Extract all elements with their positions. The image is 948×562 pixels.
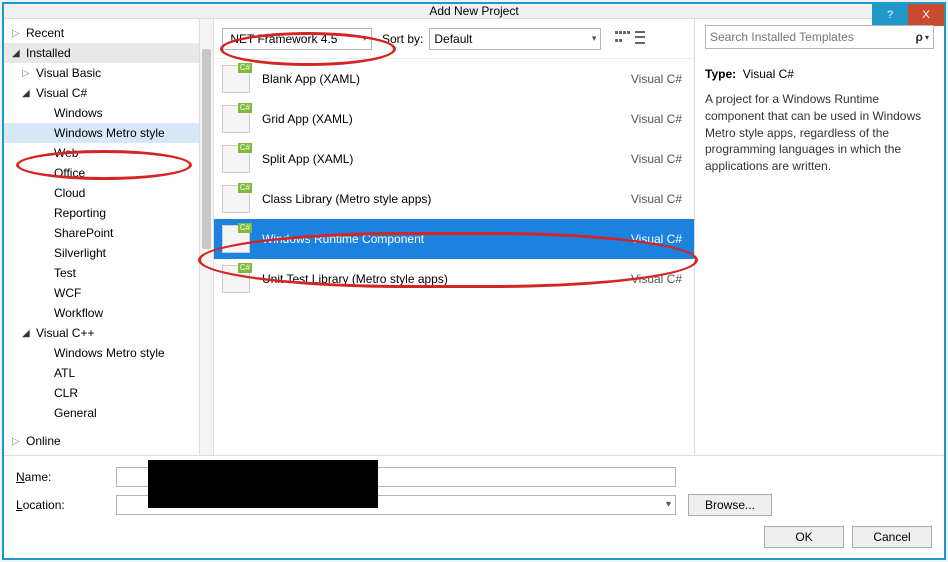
search-icon[interactable]: ρ [916,30,923,44]
name-label: Name: [16,470,116,484]
help-button[interactable]: ? [872,4,908,26]
tree-online[interactable]: ▷Online [4,431,213,451]
type-row: Type: Visual C# [705,67,934,81]
template-icon: C# [222,65,250,93]
view-list-icon[interactable] [635,31,651,47]
tree-cpp-metro[interactable]: Windows Metro style [4,343,213,363]
search-dropdown-icon[interactable]: ▾ [925,33,929,42]
sortby-label: Sort by: [382,32,423,46]
template-item[interactable]: C# Unit Test Library (Metro style apps) … [214,259,694,299]
ok-button[interactable]: OK [764,526,844,548]
template-icon: C# [222,105,250,133]
sortby-combo[interactable]: Default▾ [429,28,601,50]
tree-cs-reporting[interactable]: Reporting [4,203,213,223]
template-description: A project for a Windows Runtime componen… [705,91,934,175]
template-item[interactable]: C# Class Library (Metro style apps) Visu… [214,179,694,219]
cancel-button[interactable]: Cancel [852,526,932,548]
tree-cs-wcf[interactable]: WCF [4,283,213,303]
tree-recent[interactable]: ▷Recent [4,23,213,43]
tree-cs-test[interactable]: Test [4,263,213,283]
template-toolbar: .NET Framework 4.5▾ Sort by: Default▾ [214,19,694,59]
tree-cs-sharepoint[interactable]: SharePoint [4,223,213,243]
template-item[interactable]: C# Grid App (XAML) Visual C# [214,99,694,139]
close-button[interactable]: X [908,4,944,26]
tree-cpp-general[interactable]: General [4,403,213,423]
tree-cpp-atl[interactable]: ATL [4,363,213,383]
category-tree: ▷Recent ◢Installed ▷Visual Basic ◢Visual… [4,19,214,455]
tree-scrollbar[interactable] [199,19,213,455]
template-icon: C# [222,185,250,213]
tree-installed[interactable]: ◢Installed [4,43,213,63]
view-grid-icon[interactable] [615,31,631,47]
template-icon: C# [222,265,250,293]
search-input[interactable] [710,30,912,44]
tree-visual-csharp[interactable]: ◢Visual C# [4,83,213,103]
tree-cs-metro[interactable]: Windows Metro style [4,123,213,143]
tree-cs-workflow[interactable]: Workflow [4,303,213,323]
window-title: Add New Project [429,4,518,18]
redacted-overlay [148,460,378,508]
template-list: C# Blank App (XAML) Visual C# C# Grid Ap… [214,59,694,455]
tree-cs-office[interactable]: Office [4,163,213,183]
template-icon: C# [222,145,250,173]
template-item[interactable]: C# Blank App (XAML) Visual C# [214,59,694,99]
tree-cs-web[interactable]: Web [4,143,213,163]
search-templates[interactable]: ρ ▾ [705,25,934,49]
location-label: Location: [16,498,116,512]
tree-cs-silverlight[interactable]: Silverlight [4,243,213,263]
tree-cpp-clr[interactable]: CLR [4,383,213,403]
tree-visual-cpp[interactable]: ◢Visual C++ [4,323,213,343]
framework-combo[interactable]: .NET Framework 4.5▾ [222,28,372,50]
tree-cs-cloud[interactable]: Cloud [4,183,213,203]
details-pane: ρ ▾ Type: Visual C# A project for a Wind… [694,19,944,455]
template-icon: C# [222,225,250,253]
titlebar: Add New Project ? X [4,4,944,19]
template-item-selected[interactable]: C# Windows Runtime Component Visual C# [214,219,694,259]
browse-button[interactable]: Browse... [688,494,772,516]
tree-cs-windows[interactable]: Windows [4,103,213,123]
tree-visual-basic[interactable]: ▷Visual Basic [4,63,213,83]
template-item[interactable]: C# Split App (XAML) Visual C# [214,139,694,179]
